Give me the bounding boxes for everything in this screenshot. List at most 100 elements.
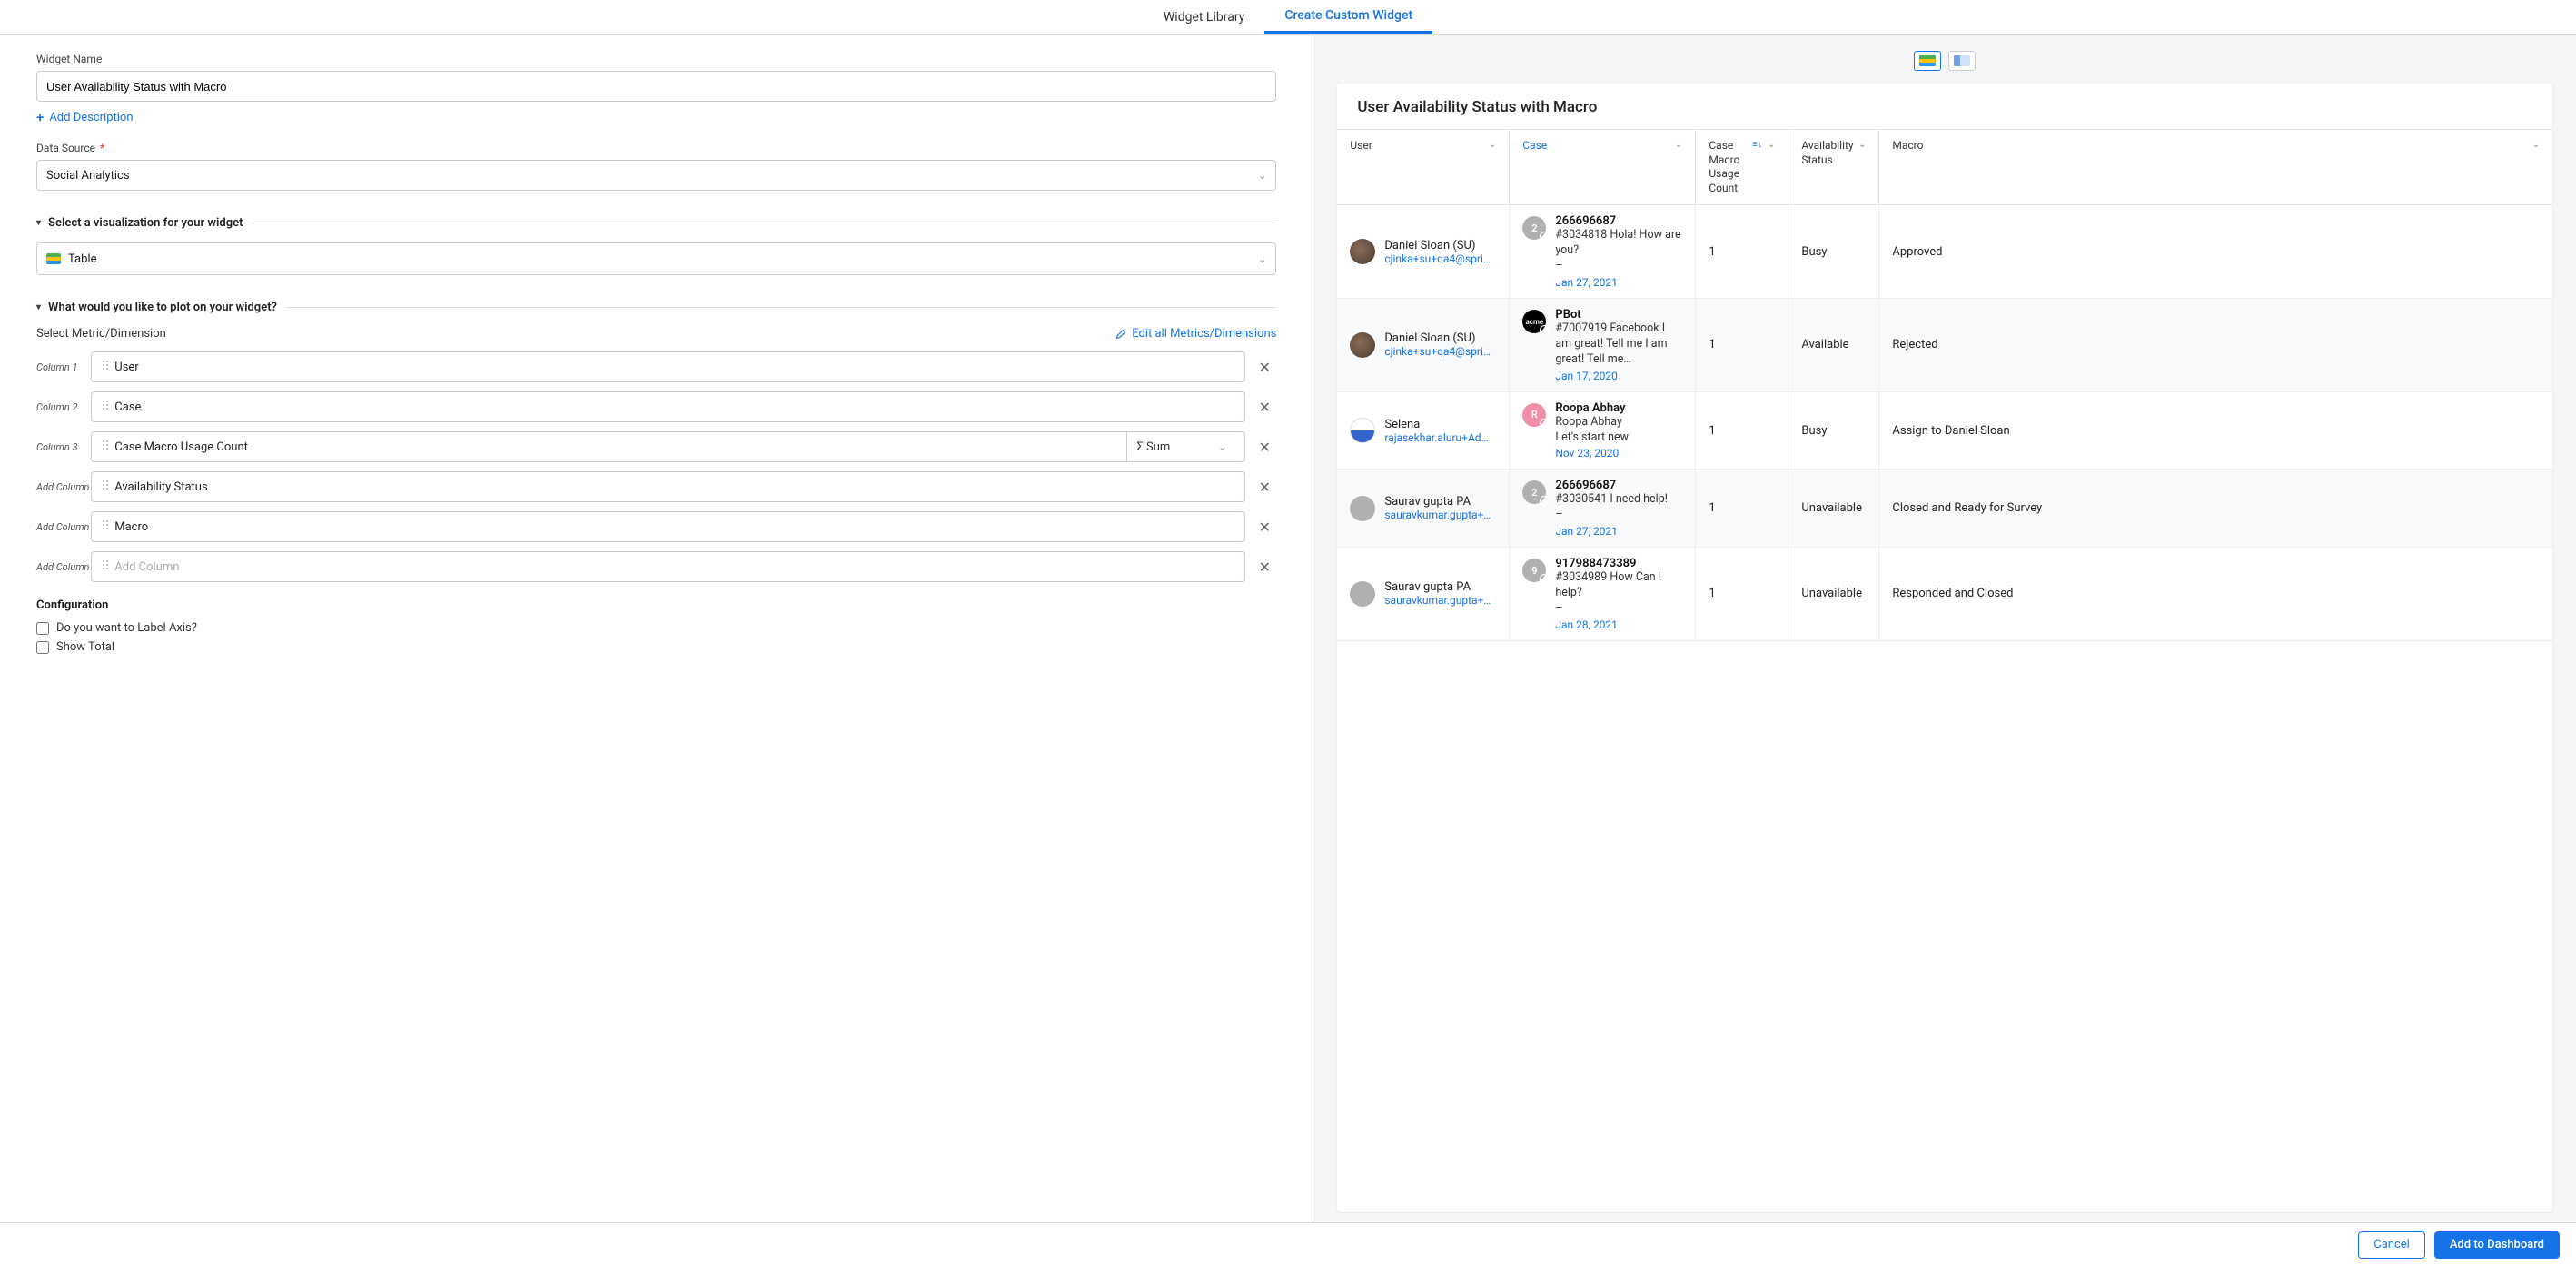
column-value: Macro [114, 520, 1235, 534]
user-name: Saurav gupta PA [1384, 580, 1496, 594]
case-date[interactable]: Nov 23, 2020 [1555, 447, 1682, 460]
user-email[interactable]: cjinka+su+qa4@sprinkl. [1384, 252, 1496, 265]
table-body[interactable]: Daniel Sloan (SU) cjinka+su+qa4@sprinkl.… [1337, 205, 2552, 1212]
case-title: 266696687 [1555, 479, 1682, 492]
label-axis-checkbox[interactable] [36, 622, 49, 635]
cell-macro: Closed and Ready for Survey [1879, 470, 2552, 547]
table-row[interactable]: Saurav gupta PA sauravkumar.gupta+ga@ 2 … [1337, 470, 2552, 548]
drag-handle-icon[interactable]: ⠿ [101, 480, 107, 494]
drag-handle-icon[interactable]: ⠿ [101, 519, 107, 534]
case-avatar: 2 [1522, 216, 1546, 240]
column-row-label: Column 1 [36, 361, 91, 373]
table-row[interactable]: Saurav gupta PA sauravkumar.gupta+ga@ 9 … [1337, 548, 2552, 641]
column-input[interactable]: ⠿ Case [91, 391, 1245, 422]
view-table-button[interactable] [1914, 51, 1941, 71]
case-subtitle: Roopa AbhayLet's start new [1555, 415, 1682, 446]
column-row-label: Column 3 [36, 441, 91, 453]
chevron-down-icon: ⌄ [1218, 441, 1226, 453]
column-input[interactable]: ⠿ User [91, 351, 1245, 382]
edit-all-metrics-link[interactable]: Edit all Metrics/Dimensions [1115, 327, 1276, 341]
th-availability[interactable]: Availability Status ⌄ [1788, 130, 1879, 204]
chevron-down-icon: ⌄ [1675, 139, 1682, 151]
aggregation-select[interactable]: Σ Sum⌄ [1126, 432, 1235, 461]
cell-user: Daniel Sloan (SU) cjinka+su+qa4@sprinkl. [1337, 205, 1510, 298]
drag-handle-icon[interactable]: ⠿ [101, 440, 107, 454]
drag-handle-icon[interactable]: ⠿ [101, 559, 107, 574]
data-source-value: Social Analytics [46, 169, 130, 183]
cell-availability: Unavailable [1788, 470, 1879, 547]
remove-column-icon[interactable]: ✕ [1253, 519, 1276, 536]
table-row[interactable]: Daniel Sloan (SU) cjinka+su+qa4@sprinkl.… [1337, 205, 2552, 299]
chevron-down-icon: ⌄ [2532, 139, 2540, 151]
case-extra: – [1555, 508, 1682, 523]
add-description-link[interactable]: + Add Description [36, 109, 1276, 125]
cell-availability: Available [1788, 299, 1879, 391]
show-total-checkbox[interactable] [36, 641, 49, 654]
table-icon [46, 253, 61, 264]
column-input[interactable]: ⠿ Availability Status [91, 471, 1245, 502]
user-email[interactable]: cjinka+su+qa4@sprinkl. [1384, 345, 1496, 358]
user-email[interactable]: rajasekhar.aluru+Admin [1384, 431, 1496, 444]
preview-title: User Availability Status with Macro [1337, 84, 2552, 129]
th-macro[interactable]: Macro ⌄ [1879, 130, 2552, 204]
cell-count: 1 [1696, 548, 1788, 640]
case-date[interactable]: Jan 27, 2021 [1555, 525, 1682, 538]
split-icon [1954, 55, 1970, 66]
data-source-select[interactable]: Social Analytics ⌄ [36, 160, 1276, 191]
tab-create-custom-widget[interactable]: Create Custom Widget [1264, 0, 1432, 34]
case-date[interactable]: Jan 28, 2021 [1555, 618, 1682, 631]
user-name: Daniel Sloan (SU) [1384, 331, 1496, 345]
th-case[interactable]: Case ⌄ [1510, 130, 1696, 204]
visualization-section-header[interactable]: Select a visualization for your widget [36, 216, 1276, 230]
config-panel: Widget Name + Add Description Data Sourc… [0, 35, 1313, 1222]
table-icon [1919, 55, 1936, 66]
case-title: 917988473389 [1555, 557, 1682, 570]
cell-user: Saurav gupta PA sauravkumar.gupta+ga@ [1337, 470, 1510, 547]
plot-section-header[interactable]: What would you like to plot on your widg… [36, 301, 1276, 314]
status-badge-icon [1540, 325, 1550, 335]
column-row-label: Add Column [36, 481, 91, 493]
remove-column-icon[interactable]: ✕ [1253, 399, 1276, 416]
case-subtitle: #7007919 Facebook I am great! Tell me I … [1555, 321, 1682, 368]
drag-handle-icon[interactable]: ⠿ [101, 360, 107, 374]
column-input[interactable]: ⠿ Add Column [91, 551, 1245, 582]
th-user[interactable]: User ⌄ [1337, 130, 1510, 204]
show-total-text: Show Total [56, 640, 114, 654]
drag-handle-icon[interactable]: ⠿ [101, 400, 107, 414]
column-row-label: Add Column [36, 521, 91, 533]
remove-column-icon[interactable]: ✕ [1253, 359, 1276, 376]
cell-macro: Assign to Daniel Sloan [1879, 392, 2552, 470]
case-date[interactable]: Jan 17, 2020 [1555, 370, 1682, 382]
case-title: Roopa Abhay [1555, 401, 1682, 415]
visualization-type-select[interactable]: Table ⌄ [36, 242, 1276, 275]
column-input[interactable]: ⠿ Macro [91, 511, 1245, 542]
user-email[interactable]: sauravkumar.gupta+ga@ [1384, 594, 1496, 607]
column-row: Column 1 ⠿ User ✕ [36, 351, 1276, 382]
add-to-dashboard-button[interactable]: Add to Dashboard [2434, 1231, 2560, 1259]
show-total-checkbox-row[interactable]: Show Total [36, 640, 1276, 654]
remove-column-icon[interactable]: ✕ [1253, 559, 1276, 576]
user-email[interactable]: sauravkumar.gupta+ga@ [1384, 509, 1496, 521]
cell-user: Daniel Sloan (SU) cjinka+su+qa4@sprinkl. [1337, 299, 1510, 391]
cell-user: Selena rajasekhar.aluru+Admin [1337, 392, 1510, 470]
status-badge-icon [1540, 419, 1550, 429]
th-count[interactable]: Case Macro Usage Count ≡↓ ⌄ [1696, 130, 1788, 204]
column-row: Column 2 ⠿ Case ✕ [36, 391, 1276, 422]
data-source-label: Data Source * [36, 142, 1276, 154]
cancel-button[interactable]: Cancel [2358, 1231, 2425, 1259]
column-value: Availability Status [114, 480, 1235, 494]
remove-column-icon[interactable]: ✕ [1253, 479, 1276, 496]
view-split-button[interactable] [1948, 51, 1976, 71]
label-axis-checkbox-row[interactable]: Do you want to Label Axis? [36, 621, 1276, 635]
column-input[interactable]: ⠿ Case Macro Usage Count Σ Sum⌄ [91, 431, 1245, 462]
table-row[interactable]: Daniel Sloan (SU) cjinka+su+qa4@sprinkl.… [1337, 299, 2552, 392]
widget-name-input[interactable] [36, 71, 1276, 102]
case-title: 266696687 [1555, 214, 1682, 228]
case-date[interactable]: Jan 27, 2021 [1555, 276, 1682, 289]
label-axis-text: Do you want to Label Axis? [56, 621, 197, 635]
tab-widget-library[interactable]: Widget Library [1144, 0, 1264, 34]
table-row[interactable]: Selena rajasekhar.aluru+Admin R Roopa Ab… [1337, 392, 2552, 470]
cell-macro: Rejected [1879, 299, 2552, 391]
remove-column-icon[interactable]: ✕ [1253, 439, 1276, 456]
column-row: Add Column ⠿ Availability Status ✕ [36, 471, 1276, 502]
